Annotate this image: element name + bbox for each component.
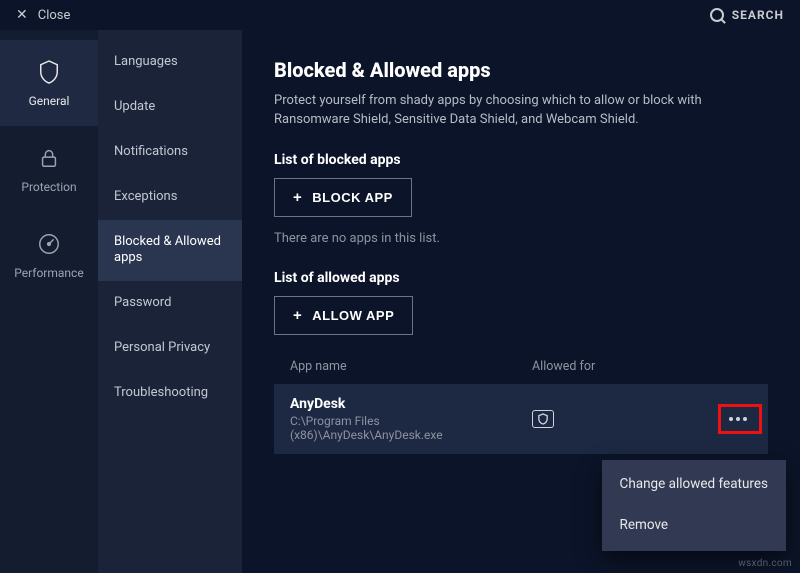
table-row: AnyDesk C:\Program Files (x86)\AnyDesk\A… — [274, 384, 768, 454]
rail-label: General — [29, 94, 70, 108]
rail-item-general[interactable]: General — [0, 40, 98, 126]
row-more-button[interactable] — [720, 406, 756, 432]
search-label: SEARCH — [732, 8, 784, 22]
blocked-empty-text: There are no apps in this list. — [274, 231, 768, 246]
subnav-password[interactable]: Password — [98, 281, 242, 326]
search-icon — [710, 8, 724, 22]
subnav-update[interactable]: Update — [98, 85, 242, 130]
shield-icon — [35, 58, 63, 86]
col-allowed-for: Allowed for — [532, 359, 752, 374]
rail-label: Performance — [14, 266, 83, 280]
left-rail: General Protection Performance — [0, 30, 98, 573]
block-app-label: BLOCK APP — [312, 190, 393, 205]
app-name: AnyDesk — [290, 396, 532, 412]
menu-change-allowed-features[interactable]: Change allowed features — [602, 464, 786, 506]
ransomware-shield-icon — [532, 410, 554, 428]
close-button[interactable]: ✕ Close — [16, 7, 70, 23]
col-app-name: App name — [290, 359, 532, 374]
allowed-heading: List of allowed apps — [274, 270, 768, 286]
subnav-languages[interactable]: Languages — [98, 40, 242, 85]
menu-remove[interactable]: Remove — [602, 505, 786, 547]
subnav-personal-privacy[interactable]: Personal Privacy — [98, 326, 242, 371]
rail-item-performance[interactable]: Performance — [0, 212, 98, 298]
context-menu: Change allowed features Remove — [602, 460, 786, 551]
app-path: C:\Program Files (x86)\AnyDesk\AnyDesk.e… — [290, 414, 532, 442]
content-pane: Blocked & Allowed apps Protect yourself … — [242, 30, 800, 573]
watermark: wsxdn.com — [738, 558, 792, 569]
allowed-table-header: App name Allowed for — [274, 349, 768, 384]
rail-item-protection[interactable]: Protection — [0, 126, 98, 212]
gauge-icon — [35, 230, 63, 258]
more-icon — [729, 417, 747, 421]
allow-app-button[interactable]: + ALLOW APP — [274, 296, 413, 335]
blocked-heading: List of blocked apps — [274, 152, 768, 168]
lock-icon — [35, 144, 63, 172]
plus-icon: + — [293, 307, 302, 324]
plus-icon: + — [293, 189, 302, 206]
subnav-exceptions[interactable]: Exceptions — [98, 175, 242, 220]
page-description: Protect yourself from shady apps by choo… — [274, 92, 734, 130]
subnav-troubleshooting[interactable]: Troubleshooting — [98, 371, 242, 416]
search-button[interactable]: SEARCH — [710, 8, 784, 22]
subnav-notifications[interactable]: Notifications — [98, 130, 242, 175]
subnav-blocked-allowed[interactable]: Blocked & Allowed apps — [98, 220, 242, 282]
close-label: Close — [38, 8, 71, 23]
page-title: Blocked & Allowed apps — [274, 58, 768, 82]
settings-subnav: Languages Update Notifications Exception… — [98, 30, 242, 573]
close-icon: ✕ — [16, 7, 28, 23]
block-app-button[interactable]: + BLOCK APP — [274, 178, 412, 217]
allow-app-label: ALLOW APP — [312, 308, 394, 323]
rail-label: Protection — [21, 180, 76, 194]
